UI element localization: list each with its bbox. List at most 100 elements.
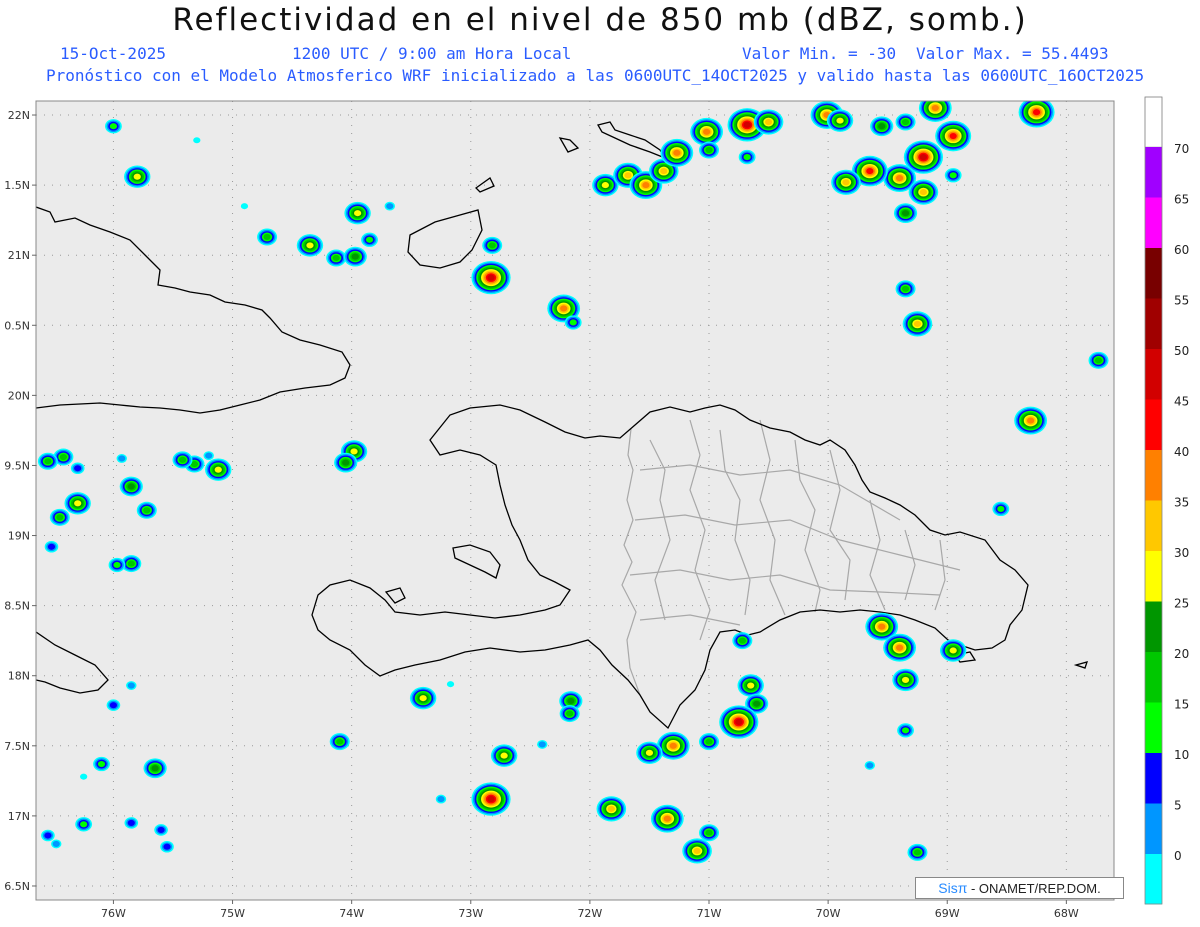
cell-contour [336,738,344,745]
reflectivity-cell [1088,351,1109,369]
reflectivity-cell [690,117,724,146]
cell-contour [705,829,713,836]
cell-contour [642,182,650,189]
colorbar-swatch [1145,399,1162,450]
colorbar-label: 0 [1174,849,1182,863]
reflectivity-cell [70,462,85,475]
colorbar-swatch [1145,298,1162,349]
reflectivity-cell [240,203,249,210]
cell-contour [743,154,751,161]
cell-contour [601,182,609,189]
cell-contour [901,676,910,683]
y-tick-label: 22N [8,109,30,122]
reflectivity-cell [897,723,914,738]
x-tick-label: 71W [697,907,722,920]
colorbar-swatch [1145,248,1162,299]
reflectivity-cell [160,840,174,853]
reflectivity-cell [895,113,916,131]
colorbar-swatch [1145,803,1162,854]
reflectivity-cell [636,741,663,765]
reflectivity-cell [699,733,720,751]
colorbar-swatch [1145,551,1162,602]
cell-contour [306,242,314,249]
reflectivity-cell [172,451,193,469]
cell-contour [705,738,713,745]
colorbar-label: 25 [1174,597,1189,611]
reflectivity-cell [143,758,167,779]
cell-contour [878,623,886,630]
cell-contour [56,514,64,521]
x-tick-label: 73W [458,907,483,920]
cell-contour [488,242,496,249]
cell-contour [342,459,350,466]
cell-contour [386,203,394,210]
colorbar-label: 60 [1174,243,1189,257]
y-tick-label: 0.5N [4,319,30,332]
reflectivity-cell [902,311,933,337]
reflectivity-cell [826,109,854,132]
cell-contour [660,168,668,175]
cell-contour [205,452,213,459]
reflectivity-cell [64,492,91,515]
colorbar-swatch [1145,450,1162,501]
cell-contour [901,727,910,734]
cell-contour [80,821,88,828]
cell-contour [949,647,957,654]
reflectivity-cell [51,839,62,849]
cell-contour [133,173,141,180]
colorbar-label: 70 [1174,142,1189,156]
cell-contour [365,236,374,243]
reflectivity-cell [344,201,371,225]
reflectivity-cell [935,120,972,152]
y-tick-label: 21N [8,249,30,262]
cell-contour [59,453,67,461]
credit-text: - ONAMET/REP.DOM. [967,881,1101,896]
cell-contour [743,121,751,128]
cell-contour [109,702,118,709]
cell-contour [500,752,508,759]
reflectivity-cell [893,203,918,224]
colorbar-label: 10 [1174,748,1189,762]
cell-contour [764,118,773,126]
colorbar-swatch [1145,753,1162,804]
reflectivity-cell [482,236,503,254]
reflectivity-cell [136,501,157,519]
reflectivity-cell [116,454,127,463]
cell-contour [1027,417,1035,424]
credit-logo: Sisπ - ONAMET/REP.DOM. [915,877,1124,899]
cell-contour [901,118,910,126]
y-tick-label: 6.5N [4,880,30,893]
cell-contour [263,233,271,241]
reflectivity-cell [682,838,712,864]
colorbar-above [1144,96,1163,148]
cell-contour [354,210,362,217]
reflectivity-cell [126,681,137,690]
reflectivity-cell [329,733,350,751]
x-tick-label: 72W [577,907,602,920]
reflectivity-map: 76W 75W 74W 73W 72W 71W 70W 69W 68W 22N 1.5N 21N 0.5… [4,96,1189,920]
x-tick-label: 68W [1054,907,1079,920]
cell-contour [913,320,922,327]
reflectivity-cell [564,315,582,330]
reflectivity-cell [193,137,201,144]
cell-contour [735,718,743,726]
cell-contour [997,505,1005,512]
cell-contour [127,682,135,689]
cell-contour [97,760,106,768]
reflectivity-cell [650,804,684,833]
y-tick-label: 19N [8,530,30,543]
cell-contour [127,483,135,490]
cell-contour [919,154,928,161]
reflectivity-cell [831,169,861,195]
reflectivity-cell [257,228,278,246]
reflectivity-cell [992,501,1010,517]
reflectivity-cell [203,451,214,461]
cell-contour [703,128,711,135]
cell-contour [895,175,904,182]
reflectivity-cell [471,260,511,295]
cell-contour [80,773,88,780]
colorbar-label: 40 [1174,445,1189,459]
reflectivity-cell [44,540,59,553]
reflectivity-cell [334,452,358,473]
cell-contour [949,132,957,140]
